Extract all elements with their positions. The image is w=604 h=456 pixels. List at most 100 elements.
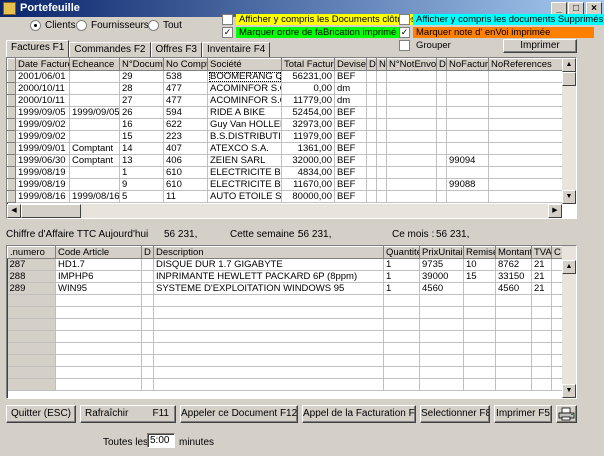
cell-quantite[interactable]: 1: [383, 282, 420, 295]
cell-d2[interactable]: [436, 118, 447, 131]
cell-no-compte[interactable]: 11: [163, 190, 208, 203]
cell-total-facture[interactable]: 11979,00: [281, 130, 335, 143]
cell-d[interactable]: [141, 354, 154, 367]
table-row[interactable]: [7, 306, 563, 319]
cell-no-compte[interactable]: 477: [163, 94, 208, 107]
cell-d[interactable]: [141, 318, 154, 331]
cell-description[interactable]: [153, 294, 384, 307]
cell-no-facture[interactable]: [446, 118, 489, 131]
cell-no-references[interactable]: [488, 118, 563, 131]
cell-description[interactable]: [153, 378, 384, 391]
cell-d[interactable]: [141, 330, 154, 343]
cell-code-article[interactable]: [55, 318, 142, 331]
cell-description[interactable]: [153, 318, 384, 331]
cell-no-note-envoi[interactable]: [386, 166, 437, 179]
col-prix-unitaire[interactable]: PrixUnitaire: [419, 246, 464, 259]
cell-quantite[interactable]: [383, 318, 420, 331]
cell-date-facture[interactable]: 1999/09/02: [15, 118, 70, 131]
cell-d[interactable]: [366, 82, 377, 95]
cell-remise[interactable]: [463, 378, 496, 391]
cell-no-facture[interactable]: [446, 166, 489, 179]
row-indicator[interactable]: [7, 154, 16, 167]
cell-d2[interactable]: [436, 142, 447, 155]
cell-no-note-envoi[interactable]: [386, 94, 437, 107]
cell-devise[interactable]: dm: [334, 82, 367, 95]
cell-no-facture[interactable]: 99088: [446, 178, 489, 191]
cell-devise[interactable]: BEF: [334, 166, 367, 179]
cell-d2[interactable]: [436, 154, 447, 167]
cell-montant[interactable]: [495, 342, 532, 355]
table-row[interactable]: 1999/09/05 1999/09/05 26 594 RIDE A BIKE 5245…: [7, 106, 563, 119]
cell-no-compte[interactable]: 223: [163, 130, 208, 143]
cell-remise[interactable]: [463, 342, 496, 355]
cell-code-article[interactable]: [55, 366, 142, 379]
cell-code-article[interactable]: [55, 306, 142, 319]
col-tva[interactable]: TVA: [531, 246, 552, 259]
cell-date-facture[interactable]: 2000/10/11: [15, 82, 70, 95]
col-no-note-envoi[interactable]: N°NotEnvoi: [386, 58, 437, 71]
cell-remise[interactable]: [463, 366, 496, 379]
cell-remise[interactable]: 10: [463, 258, 496, 271]
col-no-compte[interactable]: No Compte: [163, 58, 208, 71]
cell-remise[interactable]: [463, 318, 496, 331]
table-row[interactable]: 2000/10/11 28 477 ACOMINFOR S.C 0,00 dm: [7, 82, 563, 95]
cell-echeance[interactable]: [69, 178, 120, 191]
cell-quantite[interactable]: [383, 330, 420, 343]
cell-quantite[interactable]: [383, 366, 420, 379]
cell-montant[interactable]: [495, 306, 532, 319]
cell-tva[interactable]: 21: [531, 258, 552, 271]
cell-montant[interactable]: [495, 354, 532, 367]
cell-d2[interactable]: [436, 82, 447, 95]
col-d[interactable]: D: [141, 246, 154, 259]
cell-echeance[interactable]: 1999/08/16: [69, 190, 120, 203]
cell-devise[interactable]: BEF: [334, 142, 367, 155]
cell-n[interactable]: [376, 118, 387, 131]
cell-societe[interactable]: ACOMINFOR S.C: [207, 82, 282, 95]
cell-no-document[interactable]: 5: [119, 190, 164, 203]
cell-c[interactable]: [551, 258, 563, 271]
row-indicator[interactable]: [7, 190, 16, 203]
cell-date-facture[interactable]: 1999/09/01: [15, 142, 70, 155]
cell-prix-unitaire[interactable]: [419, 306, 464, 319]
cell-echeance[interactable]: [69, 82, 120, 95]
documents-vertical-scrollbar[interactable]: ▲ ▼: [562, 58, 576, 204]
table-row[interactable]: 1999/08/19 9 610 ELECTRICITE BO 11670,00 BEF 9…: [7, 178, 563, 191]
cell-no-compte[interactable]: 538: [163, 70, 208, 83]
tab-offres[interactable]: Offres F3: [150, 42, 202, 57]
cell-devise[interactable]: dm: [334, 94, 367, 107]
cell-n[interactable]: [376, 82, 387, 95]
cell-numero[interactable]: 287: [7, 258, 56, 271]
cell-no-compte[interactable]: 622: [163, 118, 208, 131]
col-code-article[interactable]: Code Article: [55, 246, 142, 259]
cell-montant[interactable]: 4560: [495, 282, 532, 295]
cell-echeance[interactable]: Comptant: [69, 154, 120, 167]
cell-no-note-envoi[interactable]: [386, 82, 437, 95]
col-no-facture[interactable]: NoFacture: [446, 58, 489, 71]
cell-no-references[interactable]: [488, 70, 563, 83]
cell-echeance[interactable]: [69, 94, 120, 107]
check-grouper[interactable]: Grouper: [399, 39, 454, 51]
cell-tva[interactable]: 21: [531, 270, 552, 283]
cell-no-note-envoi[interactable]: [386, 178, 437, 191]
cell-no-note-envoi[interactable]: [386, 190, 437, 203]
cell-societe[interactable]: RIDE A BIKE: [207, 106, 282, 119]
cell-prix-unitaire[interactable]: [419, 294, 464, 307]
cell-no-document[interactable]: 15: [119, 130, 164, 143]
check-documents-clotures[interactable]: Afficher y compris les Documents clôturé…: [222, 13, 419, 25]
cell-description[interactable]: [153, 330, 384, 343]
documents-grid[interactable]: Date Facture Echeance N°Docum. No Compte…: [6, 57, 577, 219]
cell-date-facture[interactable]: 2001/06/01: [15, 70, 70, 83]
cell-d[interactable]: [366, 70, 377, 83]
cell-c[interactable]: [551, 294, 563, 307]
cell-societe[interactable]: ELECTRICITE BO: [207, 178, 282, 191]
cell-prix-unitaire[interactable]: 4560: [419, 282, 464, 295]
cell-c[interactable]: [551, 318, 563, 331]
col-d[interactable]: D: [366, 58, 377, 71]
cell-quantite[interactable]: [383, 294, 420, 307]
table-row[interactable]: 1999/09/02 15 223 B.S.DISTRIBUTIC 11979,00 BE…: [7, 130, 563, 143]
cell-d2[interactable]: [436, 166, 447, 179]
cell-total-facture[interactable]: 11670,00: [281, 178, 335, 191]
cell-no-facture[interactable]: [446, 94, 489, 107]
cell-d2[interactable]: [436, 178, 447, 191]
lines-vertical-scrollbar[interactable]: ▲ ▼: [562, 246, 576, 398]
